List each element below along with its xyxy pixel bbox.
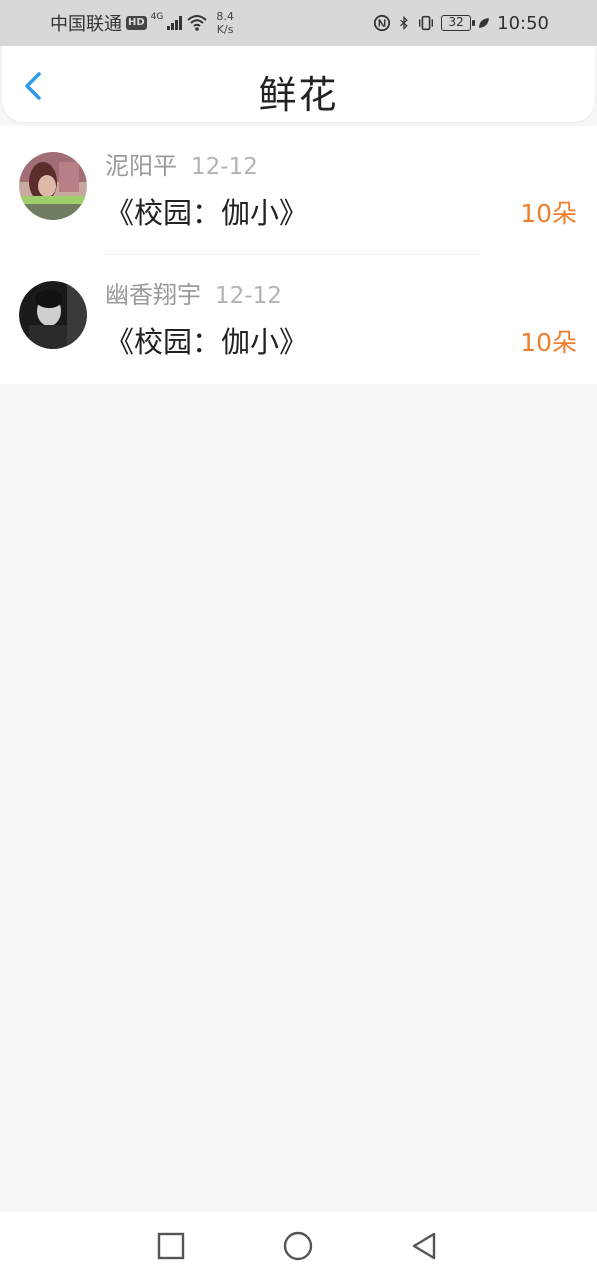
signal-icon xyxy=(167,16,183,30)
carrier-label: 中国联通 xyxy=(50,14,122,35)
list-item[interactable]: 幽香翔宇 12-12 《校园：伽小》 10朵 xyxy=(0,255,597,384)
flower-count: 10朵 xyxy=(520,199,577,228)
avatar[interactable] xyxy=(19,152,87,220)
user-name: 幽香翔宇 12-12 xyxy=(105,275,282,310)
flower-list: 泥阳平 12-12 《校园：伽小》 10朵 幽香翔宇 12-12 《校园：伽小》 1… xyxy=(0,126,597,384)
network-speed: 8.4 K/s xyxy=(216,10,234,36)
speed-unit: K/s xyxy=(216,23,234,36)
wifi-icon xyxy=(187,15,208,31)
page-title: 鲜花 xyxy=(258,73,339,117)
flower-count: 10朵 xyxy=(520,328,577,357)
clock: 10:50 xyxy=(497,12,549,34)
status-bar: 中国联通 HD 4G 8.4 K/s 32 10:50 xyxy=(0,0,597,46)
leaf-icon xyxy=(479,18,490,28)
user-name-text: 幽香翔宇 xyxy=(105,281,201,309)
app-header: 鲜花 xyxy=(2,46,595,122)
list-item[interactable]: 泥阳平 12-12 《校园：伽小》 10朵 xyxy=(0,126,597,255)
battery-level: 32 xyxy=(448,15,464,29)
nfc-icon xyxy=(374,14,391,32)
square-icon[interactable] xyxy=(155,1230,187,1262)
circle-icon[interactable] xyxy=(282,1230,314,1262)
vibrate-icon xyxy=(419,15,434,31)
triangle-back-icon[interactable] xyxy=(408,1230,440,1262)
date-label: 12-12 xyxy=(215,283,282,309)
avatar[interactable] xyxy=(19,281,87,349)
book-title: 《校园：伽小》 xyxy=(105,196,309,230)
system-navbar xyxy=(0,1212,597,1280)
speed-value: 8.4 xyxy=(216,10,234,23)
user-name-text: 泥阳平 xyxy=(105,152,177,180)
date-label: 12-12 xyxy=(191,154,258,180)
book-title: 《校园：伽小》 xyxy=(105,325,309,359)
hd-badge: HD xyxy=(126,16,147,30)
battery-icon: 32 xyxy=(441,15,476,31)
network-type: 4G xyxy=(150,12,164,22)
user-name: 泥阳平 12-12 xyxy=(105,146,258,181)
bluetooth-icon xyxy=(400,15,408,31)
